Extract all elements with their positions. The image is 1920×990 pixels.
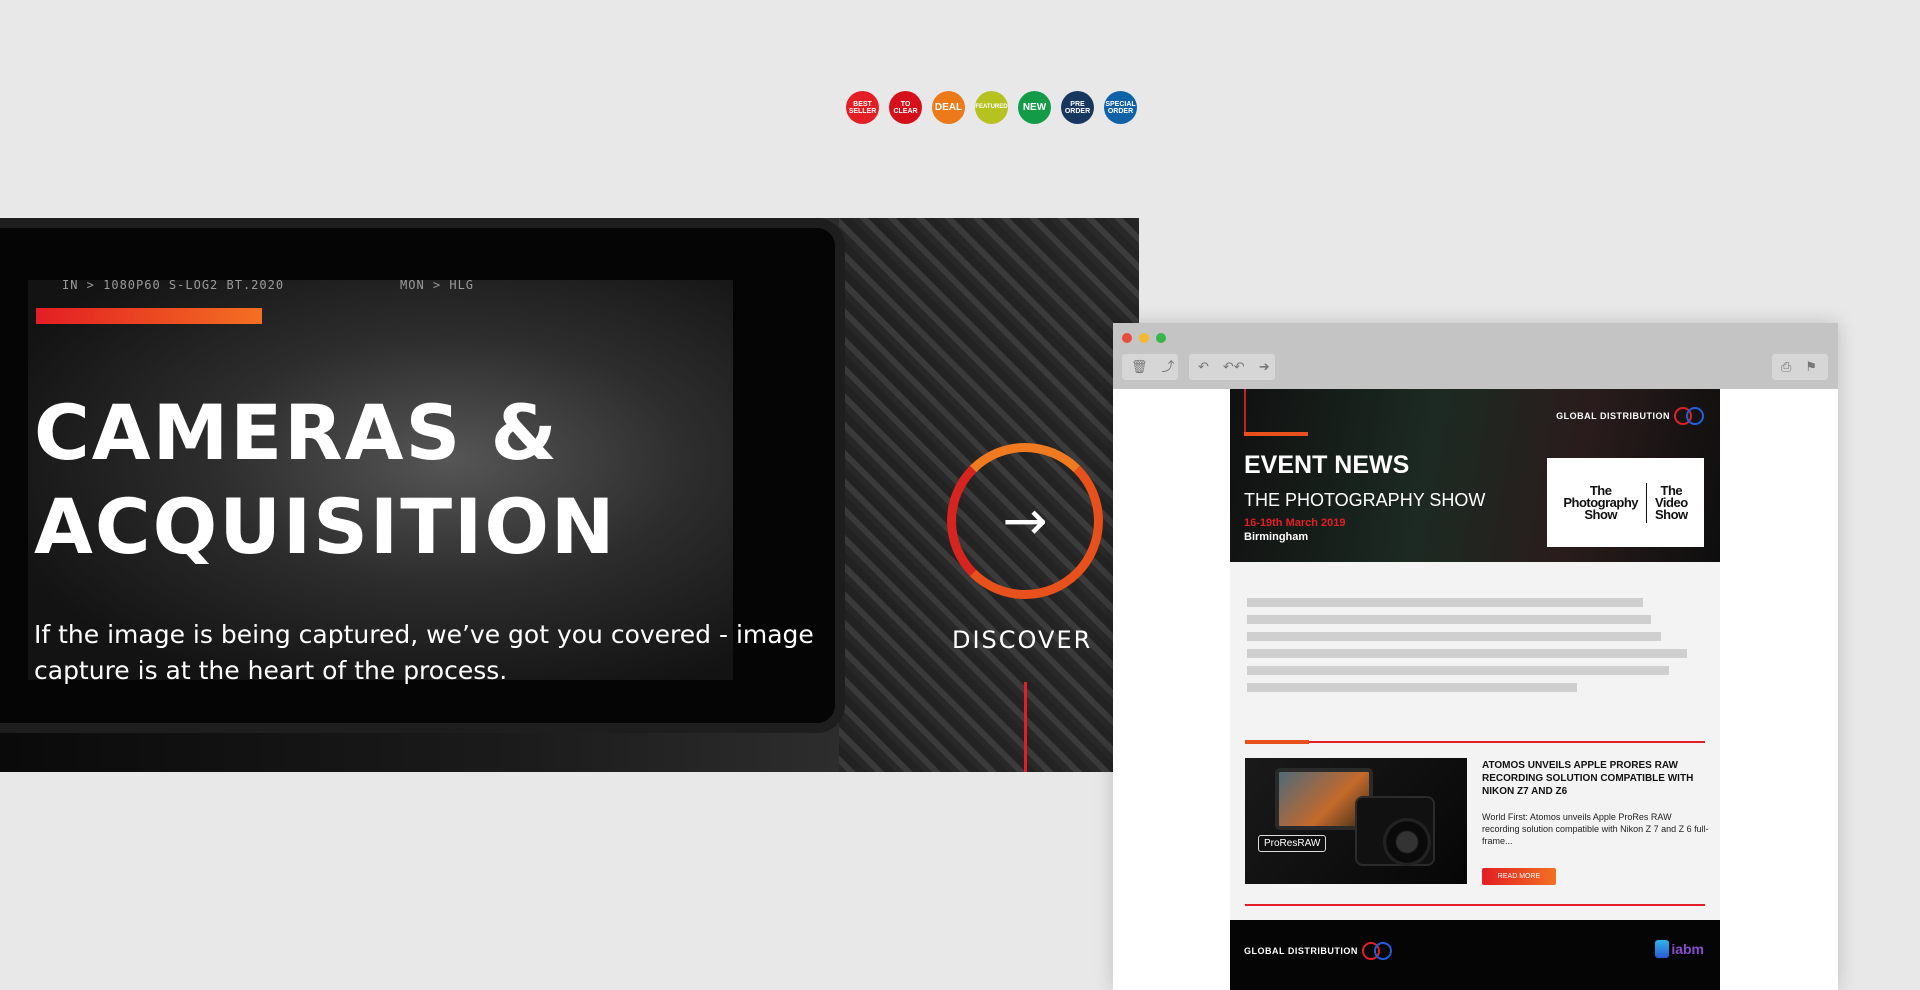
header-accent-bar [1244,432,1308,436]
story-title[interactable]: ATOMOS UNVEILS APPLE PRORES RAW RECORDIN… [1482,759,1710,798]
badge-special-order: SPECIAL ORDER [1104,91,1137,124]
badge-best-seller: BEST SELLER [846,91,879,124]
text-placeholder [1247,683,1577,692]
global-distribution-logo: GLOBAL DISTRIBUTION [1556,407,1704,425]
iabm-logo: iabm [1655,940,1704,958]
email-client-window: 🗑 ⤴ ↶ ↶↶ ➜ ⎙ ⚑ GLOBAL DISTRIBUTION EVENT… [1113,323,1838,990]
text-placeholder [1247,649,1687,658]
photography-show-logo: The Photography Show [1563,482,1638,522]
newsletter-body: GLOBAL DISTRIBUTION EVENT NEWS THE PHOTO… [1230,389,1720,990]
event-city: Birmingham [1244,531,1309,543]
monitor-mon-readout: MON > HLG [400,278,475,292]
event-name: THE PHOTOGRAPHY SHOW [1244,490,1486,510]
badge-new: NEW [1018,91,1051,124]
minimize-window-button[interactable] [1139,333,1149,343]
badge-pre-order: PRE ORDER [1061,91,1094,124]
read-more-button[interactable]: READ MORE [1482,868,1556,885]
hero-heading: CAMERAS & ACQUISITION [34,386,617,574]
text-placeholder [1247,666,1669,675]
hero-heading-line-2: ACQUISITION [34,482,617,571]
iabm-label: iabm [1671,941,1704,957]
brand-name: GLOBAL DISTRIBUTION [1556,411,1670,421]
rings-icon [1674,407,1704,425]
hero-heading-line-1: CAMERAS & [34,388,559,477]
toolbar-group-reply: ↶ ↶↶ ➜ [1189,354,1275,380]
newsletter-title: EVENT NEWS [1244,451,1410,479]
footer-global-distribution-logo: GLOBAL DISTRIBUTION [1244,942,1392,960]
footer-brand-name: GLOBAL DISTRIBUTION [1244,946,1358,956]
text-placeholder [1247,615,1651,624]
newsletter-header: GLOBAL DISTRIBUTION EVENT NEWS THE PHOTO… [1230,389,1720,562]
email-toolbar: 🗑 ⤴ ↶ ↶↶ ➜ ⎙ ⚑ [1113,323,1838,389]
product-badge-legend: BEST SELLER TO CLEAR DEAL FEATURED NEW P… [846,91,1137,124]
prores-raw-tag: ProResRAW [1258,835,1327,852]
arrow-right-icon: → [1002,489,1048,552]
discover-label[interactable]: DISCOVER [952,626,1092,654]
maximize-window-button[interactable] [1156,333,1166,343]
reply-all-icon[interactable]: ↶↶ [1223,361,1245,374]
text-placeholder [1247,598,1643,607]
flag-icon[interactable]: ⚑ [1805,361,1817,374]
forward-icon[interactable]: ➜ [1259,361,1270,374]
hero-subtext: If the image is being captured, we’ve go… [34,620,814,685]
story-divider-bottom [1245,904,1705,906]
newsletter-footer: GLOBAL DISTRIBUTION iabm [1230,920,1720,990]
toolbar-group-right: ⎙ ⚑ [1772,354,1828,380]
event-date: 16-19th March 2019 [1244,517,1346,529]
reply-icon[interactable]: ↶ [1198,361,1209,374]
iabm-icon [1655,940,1670,958]
discover-button[interactable]: → [947,443,1103,599]
vertical-red-line [1024,682,1027,772]
badge-deal: DEAL [932,91,965,124]
window-controls [1122,333,1166,343]
logo-divider [1646,482,1647,523]
accent-bar [36,308,262,324]
toolbar-group-actions: 🗑 ⤴ [1122,354,1178,380]
header-accent-vertical [1244,389,1246,436]
show-logos: The Photography Show The Video Show [1547,458,1704,547]
story-divider-top [1245,740,1705,744]
video-show-logo: The Video Show [1655,482,1688,522]
story-image[interactable]: ProResRAW [1245,758,1467,884]
trash-icon[interactable]: 🗑 [1131,361,1148,374]
story-excerpt: World First: Atomos unveils Apple ProRes… [1482,812,1709,846]
footer-rings-icon [1361,942,1392,960]
badge-to-clear: TO CLEAR [889,91,922,124]
monitor-format-readout: IN > 1080P60 S-LOG2 BT.2020 [62,278,285,292]
move-icon[interactable]: ⤴ [1162,361,1175,374]
close-window-button[interactable] [1122,333,1132,343]
text-placeholder [1247,632,1661,641]
print-icon[interactable]: ⎙ [1781,361,1791,374]
badge-featured: FEATURED [975,91,1008,124]
camera-lens-graphic [1383,818,1431,866]
